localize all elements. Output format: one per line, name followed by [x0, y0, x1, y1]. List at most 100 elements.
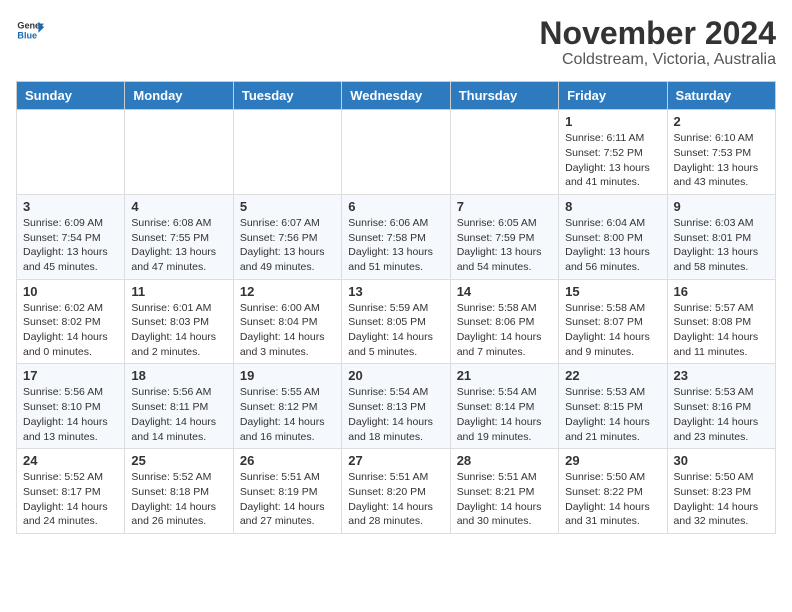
calendar-body: 1 Sunrise: 6:11 AM Sunset: 7:52 PM Daylig…: [17, 110, 776, 534]
header-row: Sunday Monday Tuesday Wednesday Thursday…: [17, 82, 776, 110]
calendar-week-0: 1 Sunrise: 6:11 AM Sunset: 7:52 PM Daylig…: [17, 110, 776, 195]
calendar-cell: 17 Sunrise: 5:56 AM Sunset: 8:10 PM Dayli…: [17, 364, 125, 449]
cell-date: 10: [23, 284, 118, 299]
calendar-cell: 3 Sunrise: 6:09 AM Sunset: 7:54 PM Daylig…: [17, 194, 125, 279]
calendar-cell: 20Sunrise: 5:54 AM Sunset: 8:13 PM Dayli…: [342, 364, 450, 449]
cell-date: 4: [131, 199, 226, 214]
cell-date: 12: [240, 284, 335, 299]
calendar-cell: 19 Sunrise: 5:55 AM Sunset: 8:12 PM Dayli…: [233, 364, 341, 449]
calendar-cell: 8Sunrise: 6:04 AM Sunset: 8:00 PM Daylig…: [559, 194, 667, 279]
calendar-cell: 12 Sunrise: 6:00 AM Sunset: 8:04 PM Dayli…: [233, 279, 341, 364]
cell-info: Sunrise: 5:51 AM Sunset: 8:21 PM Dayligh…: [457, 470, 552, 529]
calendar-cell: 26Sunrise: 5:51 AM Sunset: 8:19 PM Dayli…: [233, 449, 341, 534]
cell-info: Sunrise: 6:04 AM Sunset: 8:00 PM Dayligh…: [565, 216, 660, 275]
cell-date: 18: [131, 368, 226, 383]
cell-info: Sunrise: 5:52 AM Sunset: 8:17 PM Dayligh…: [23, 470, 118, 529]
calendar-cell: 7 Sunrise: 6:05 AM Sunset: 7:59 PM Daylig…: [450, 194, 558, 279]
logo-icon: General Blue: [16, 16, 44, 44]
calendar-cell: 23Sunrise: 5:53 AM Sunset: 8:16 PM Dayli…: [667, 364, 775, 449]
cell-info: Sunrise: 5:53 AM Sunset: 8:16 PM Dayligh…: [674, 385, 769, 444]
cell-date: 26: [240, 453, 335, 468]
cell-info: Sunrise: 6:02 AM Sunset: 8:02 PM Dayligh…: [23, 301, 118, 360]
calendar-cell: [342, 110, 450, 195]
cell-date: 16: [674, 284, 769, 299]
calendar-cell: 30Sunrise: 5:50 AM Sunset: 8:23 PM Dayli…: [667, 449, 775, 534]
cell-date: 21: [457, 368, 552, 383]
cell-info: Sunrise: 5:58 AM Sunset: 8:07 PM Dayligh…: [565, 301, 660, 360]
cell-info: Sunrise: 5:58 AM Sunset: 8:06 PM Dayligh…: [457, 301, 552, 360]
cell-date: 15: [565, 284, 660, 299]
calendar-title: November 2024: [539, 16, 776, 51]
calendar-cell: 15 Sunrise: 5:58 AM Sunset: 8:07 PM Dayli…: [559, 279, 667, 364]
cell-info: Sunrise: 6:08 AM Sunset: 7:55 PM Dayligh…: [131, 216, 226, 275]
cell-date: 28: [457, 453, 552, 468]
calendar-cell: 9 Sunrise: 6:03 AM Sunset: 8:01 PM Daylig…: [667, 194, 775, 279]
calendar-cell: 21 Sunrise: 5:54 AM Sunset: 8:14 PM Dayli…: [450, 364, 558, 449]
calendar-header: Sunday Monday Tuesday Wednesday Thursday…: [17, 82, 776, 110]
cell-info: Sunrise: 5:50 AM Sunset: 8:22 PM Dayligh…: [565, 470, 660, 529]
cell-date: 25: [131, 453, 226, 468]
calendar-week-3: 17 Sunrise: 5:56 AM Sunset: 8:10 PM Dayli…: [17, 364, 776, 449]
cell-info: Sunrise: 5:53 AM Sunset: 8:15 PM Dayligh…: [565, 385, 660, 444]
svg-text:Blue: Blue: [17, 30, 37, 40]
cell-date: 9: [674, 199, 769, 214]
calendar-cell: 22 Sunrise: 5:53 AM Sunset: 8:15 PM Dayli…: [559, 364, 667, 449]
calendar-cell: [125, 110, 233, 195]
calendar-cell: 11Sunrise: 6:01 AM Sunset: 8:03 PM Dayli…: [125, 279, 233, 364]
cell-info: Sunrise: 6:09 AM Sunset: 7:54 PM Dayligh…: [23, 216, 118, 275]
cell-date: 7: [457, 199, 552, 214]
cell-info: Sunrise: 5:54 AM Sunset: 8:14 PM Dayligh…: [457, 385, 552, 444]
cell-info: Sunrise: 6:11 AM Sunset: 7:52 PM Dayligh…: [565, 131, 660, 190]
calendar-cell: 2Sunrise: 6:10 AM Sunset: 7:53 PM Daylig…: [667, 110, 775, 195]
cell-date: 30: [674, 453, 769, 468]
calendar-cell: 13 Sunrise: 5:59 AM Sunset: 8:05 PM Dayli…: [342, 279, 450, 364]
calendar-cell: 29Sunrise: 5:50 AM Sunset: 8:22 PM Dayli…: [559, 449, 667, 534]
logo: General Blue: [16, 16, 44, 44]
col-monday: Monday: [125, 82, 233, 110]
calendar-cell: 1 Sunrise: 6:11 AM Sunset: 7:52 PM Daylig…: [559, 110, 667, 195]
calendar-week-4: 24 Sunrise: 5:52 AM Sunset: 8:17 PM Dayli…: [17, 449, 776, 534]
cell-info: Sunrise: 5:51 AM Sunset: 8:20 PM Dayligh…: [348, 470, 443, 529]
col-friday: Friday: [559, 82, 667, 110]
cell-date: 1: [565, 114, 660, 129]
calendar-cell: 5Sunrise: 6:07 AM Sunset: 7:56 PM Daylig…: [233, 194, 341, 279]
cell-info: Sunrise: 5:56 AM Sunset: 8:11 PM Dayligh…: [131, 385, 226, 444]
calendar-table: Sunday Monday Tuesday Wednesday Thursday…: [16, 81, 776, 534]
title-block: November 2024 Coldstream, Victoria, Aust…: [539, 16, 776, 69]
cell-info: Sunrise: 6:06 AM Sunset: 7:58 PM Dayligh…: [348, 216, 443, 275]
cell-info: Sunrise: 6:05 AM Sunset: 7:59 PM Dayligh…: [457, 216, 552, 275]
cell-date: 19: [240, 368, 335, 383]
cell-info: Sunrise: 5:57 AM Sunset: 8:08 PM Dayligh…: [674, 301, 769, 360]
cell-info: Sunrise: 6:01 AM Sunset: 8:03 PM Dayligh…: [131, 301, 226, 360]
calendar-cell: 6 Sunrise: 6:06 AM Sunset: 7:58 PM Daylig…: [342, 194, 450, 279]
calendar-week-2: 10 Sunrise: 6:02 AM Sunset: 8:02 PM Dayli…: [17, 279, 776, 364]
col-tuesday: Tuesday: [233, 82, 341, 110]
calendar-cell: 4 Sunrise: 6:08 AM Sunset: 7:55 PM Daylig…: [125, 194, 233, 279]
cell-date: 3: [23, 199, 118, 214]
cell-date: 24: [23, 453, 118, 468]
cell-date: 6: [348, 199, 443, 214]
col-saturday: Saturday: [667, 82, 775, 110]
calendar-cell: 16 Sunrise: 5:57 AM Sunset: 8:08 PM Dayli…: [667, 279, 775, 364]
col-sunday: Sunday: [17, 82, 125, 110]
cell-info: Sunrise: 6:03 AM Sunset: 8:01 PM Dayligh…: [674, 216, 769, 275]
calendar-cell: 14Sunrise: 5:58 AM Sunset: 8:06 PM Dayli…: [450, 279, 558, 364]
calendar-cell: 24 Sunrise: 5:52 AM Sunset: 8:17 PM Dayli…: [17, 449, 125, 534]
cell-info: Sunrise: 5:56 AM Sunset: 8:10 PM Dayligh…: [23, 385, 118, 444]
cell-date: 13: [348, 284, 443, 299]
cell-info: Sunrise: 5:54 AM Sunset: 8:13 PM Dayligh…: [348, 385, 443, 444]
cell-info: Sunrise: 5:55 AM Sunset: 8:12 PM Dayligh…: [240, 385, 335, 444]
cell-info: Sunrise: 5:59 AM Sunset: 8:05 PM Dayligh…: [348, 301, 443, 360]
calendar-cell: 25Sunrise: 5:52 AM Sunset: 8:18 PM Dayli…: [125, 449, 233, 534]
cell-date: 2: [674, 114, 769, 129]
calendar-cell: 10 Sunrise: 6:02 AM Sunset: 8:02 PM Dayli…: [17, 279, 125, 364]
calendar-cell: [233, 110, 341, 195]
cell-date: 17: [23, 368, 118, 383]
col-thursday: Thursday: [450, 82, 558, 110]
calendar-subtitle: Coldstream, Victoria, Australia: [539, 51, 776, 69]
calendar-cell: [17, 110, 125, 195]
cell-date: 22: [565, 368, 660, 383]
cell-info: Sunrise: 6:00 AM Sunset: 8:04 PM Dayligh…: [240, 301, 335, 360]
calendar-cell: [450, 110, 558, 195]
cell-date: 5: [240, 199, 335, 214]
